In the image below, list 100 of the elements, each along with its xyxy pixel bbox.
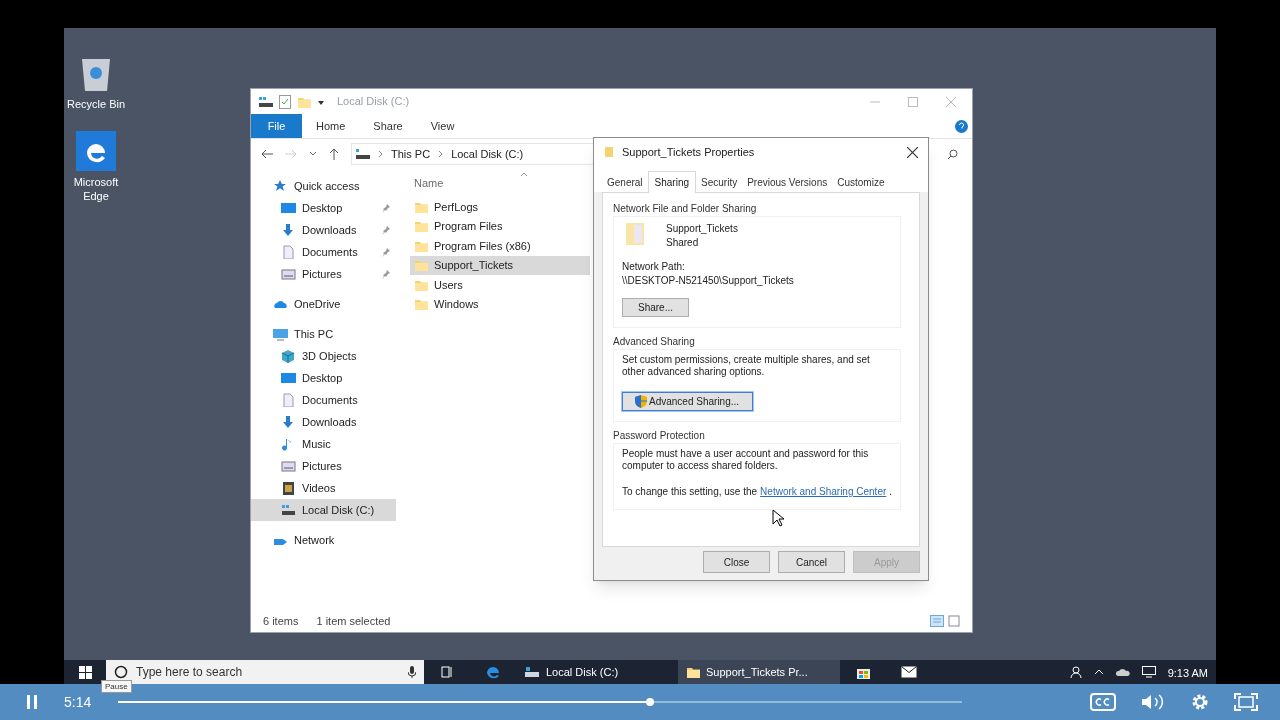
disk-icon (356, 148, 370, 160)
back-arrow-icon[interactable] (261, 149, 273, 159)
nav-item[interactable]: OneDrive (251, 293, 396, 315)
file-row[interactable]: Support_Tickets (410, 255, 590, 275)
envelope-icon[interactable] (901, 666, 917, 678)
film-icon (281, 481, 296, 495)
dialog-tab[interactable]: General (602, 173, 648, 192)
breadcrumb-item[interactable]: Local Disk (C:) (451, 145, 524, 163)
search-icon (114, 665, 128, 679)
status-text: 1 item selected (316, 613, 391, 629)
icon-label[interactable]: Microsoft Edge (64, 175, 128, 203)
volume-icon[interactable] (1140, 693, 1166, 711)
search-field[interactable]: Type here to search (106, 660, 424, 684)
taskbar-button[interactable]: Support_Tickets Pr... (678, 660, 840, 684)
download-arrow-icon (281, 223, 296, 237)
file-row[interactable]: Program Files (x86) (410, 236, 590, 256)
nav-item[interactable]: Documents (251, 241, 396, 263)
dialog-tab[interactable]: Previous Versions (742, 173, 833, 192)
icon-label[interactable]: Recycle Bin (64, 97, 128, 111)
document-icon (281, 393, 296, 407)
file-row[interactable]: Users (410, 275, 590, 295)
file-row[interactable]: Program Files (410, 216, 590, 236)
nav-item[interactable]: Local Disk (C:) (251, 499, 396, 521)
picture-icon (281, 459, 296, 473)
large-icons-view-icon[interactable] (948, 615, 960, 627)
folder-icon (414, 258, 428, 273)
nav-item[interactable]: Downloads (251, 219, 396, 241)
up-arrow-icon[interactable] (329, 148, 339, 160)
description-text: Set custom permissions, create multiple shares, and set other advanced sharing options. (622, 354, 871, 378)
person-icon[interactable] (1069, 666, 1082, 678)
folder-icon (624, 221, 646, 247)
nav-item[interactable]: Documents (251, 389, 396, 411)
pin-icon[interactable] (382, 269, 390, 279)
chevron-up-icon[interactable] (1093, 669, 1104, 675)
pin-icon[interactable] (382, 225, 390, 235)
dialog-tab[interactable]: Security (696, 173, 743, 192)
nav-item[interactable]: 3D Objects (251, 345, 396, 367)
pin-icon[interactable] (382, 247, 390, 257)
network-monitor-icon[interactable] (1141, 666, 1156, 678)
details-view-icon[interactable] (930, 615, 944, 627)
column-header[interactable]: Name (414, 174, 444, 192)
field-label: Network Path: (622, 260, 686, 274)
file-row[interactable]: PerfLogs (410, 197, 590, 217)
close-icon[interactable] (907, 146, 918, 158)
properties-icon[interactable] (279, 94, 291, 109)
file-tab[interactable]: File (251, 114, 302, 138)
windows-logo-icon[interactable] (78, 665, 92, 679)
document-icon (281, 245, 296, 259)
nav-item[interactable]: Desktop (251, 197, 396, 219)
nav-item[interactable]: Videos (251, 477, 396, 499)
monitor-icon (273, 327, 288, 341)
cube-icon (281, 349, 296, 363)
cloud-icon[interactable] (1115, 667, 1130, 677)
group-heading: Password Protection (613, 429, 706, 443)
ribbon-tab[interactable]: View (416, 114, 469, 138)
window-title: Local Disk (C:) (337, 94, 410, 110)
taskbar-button[interactable]: Local Disk (C:) (516, 660, 678, 684)
progress-thumb[interactable] (645, 698, 654, 706)
pin-icon[interactable] (382, 203, 390, 213)
nav-item[interactable]: Pictures (251, 263, 396, 285)
disk-icon[interactable] (259, 95, 273, 108)
ribbon-tab[interactable]: Share (359, 114, 417, 138)
nav-item[interactable]: Quick access (251, 175, 396, 197)
edge-icon[interactable] (76, 131, 116, 171)
search-input[interactable]: Type here to search (136, 663, 400, 681)
nav-item[interactable]: This PC (251, 323, 396, 345)
search-icon[interactable] (947, 148, 958, 160)
nav-item[interactable]: Downloads (251, 411, 396, 433)
breadcrumb-item[interactable]: This PC (391, 145, 431, 163)
dialog-tab[interactable]: Sharing (647, 171, 697, 193)
mouse-pointer-icon (772, 509, 784, 527)
file-row[interactable]: Windows (410, 294, 590, 314)
folder-icon (686, 665, 700, 679)
sort-caret-icon[interactable] (520, 172, 528, 177)
task-view-icon[interactable] (441, 666, 453, 678)
edge-icon[interactable] (485, 664, 501, 680)
picture-icon (281, 267, 296, 281)
fullscreen-icon[interactable] (1234, 693, 1258, 711)
settings-icon[interactable] (1190, 692, 1210, 712)
maximize-icon[interactable] (908, 96, 918, 107)
network-sharing-link[interactable]: Network and Sharing Center (760, 484, 887, 499)
playback-time: 5:14 (64, 692, 93, 712)
help-icon[interactable] (955, 119, 968, 133)
folder-icon (414, 219, 428, 234)
ribbon-tab[interactable]: Home (302, 114, 360, 138)
share-button[interactable]: Share... (622, 298, 689, 317)
captions-icon[interactable] (1090, 693, 1116, 711)
dialog-button[interactable]: Close (703, 551, 770, 573)
chevron-down-icon[interactable] (309, 151, 317, 157)
nav-item[interactable]: Network (251, 529, 396, 551)
nav-item[interactable]: Pictures (251, 455, 396, 477)
dialog-tab[interactable]: Customize (832, 173, 890, 192)
dialog-button[interactable]: Cancel (778, 551, 845, 573)
punctuation-text: . (889, 485, 893, 499)
nav-item[interactable]: Desktop (251, 367, 396, 389)
download-arrow-icon (281, 415, 296, 429)
advanced-sharing-button[interactable]: Advanced Sharing... (622, 392, 753, 411)
disk-icon (281, 503, 296, 517)
nav-item[interactable]: Music (251, 433, 396, 455)
description-text: People must have a user account and password for this computer to access shared folders. (622, 448, 870, 472)
